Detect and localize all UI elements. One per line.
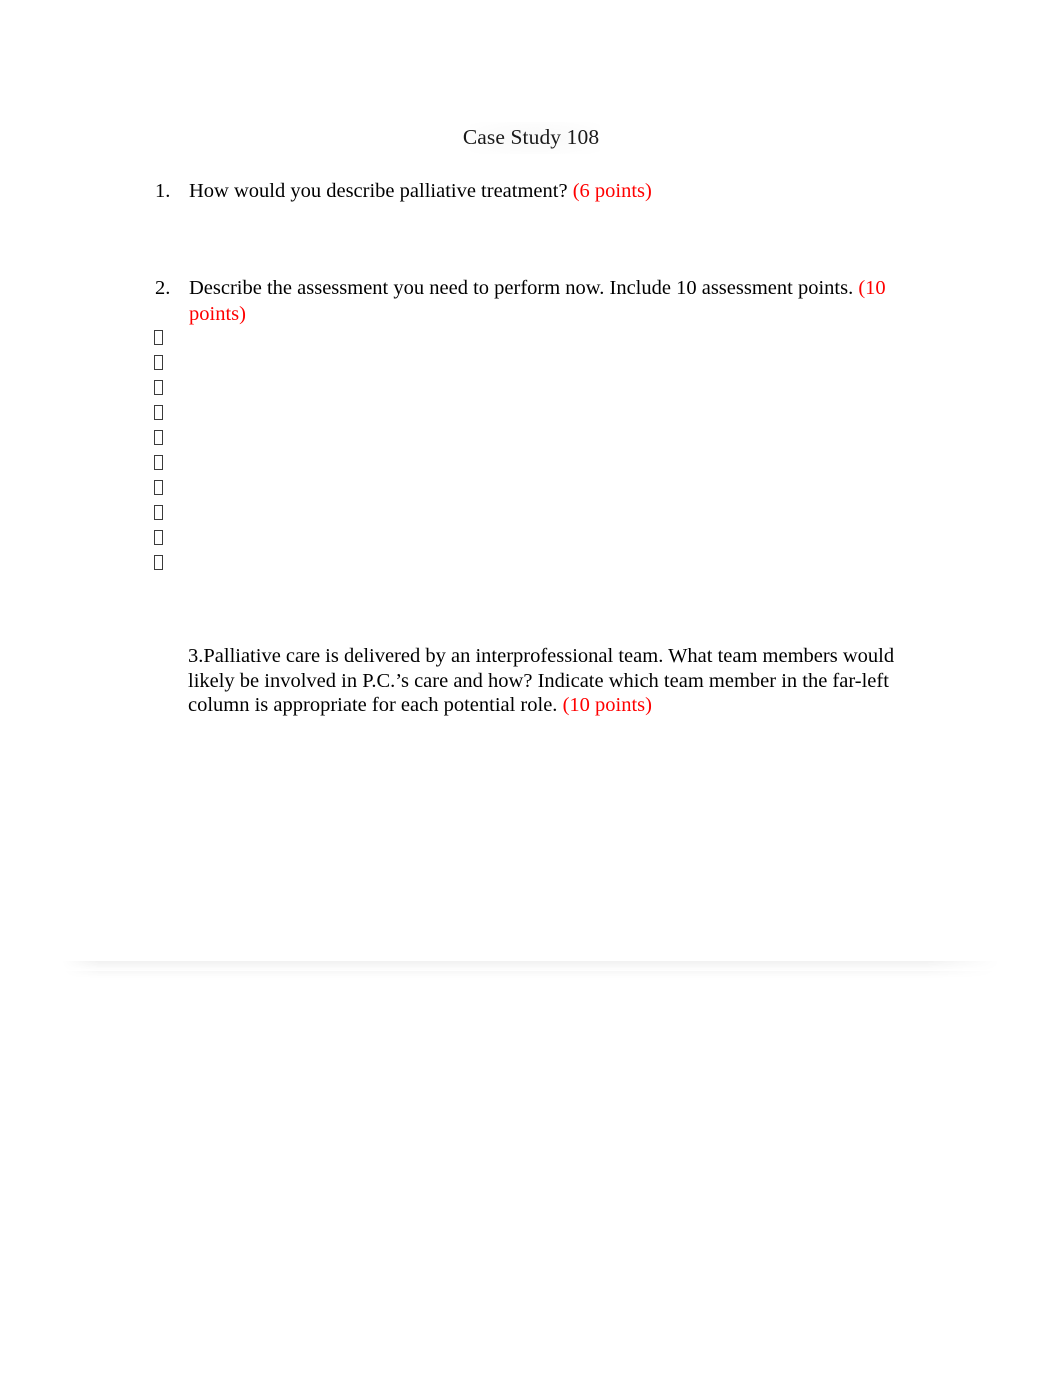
- missing-glyph-box-icon: [154, 330, 163, 345]
- question-item-2: 2. Describe the assessment you need to p…: [155, 275, 915, 327]
- missing-glyph-box-icon: [154, 380, 163, 395]
- question-1-text: How would you describe palliative treatm…: [189, 178, 945, 204]
- question-1-number: 1.: [155, 180, 171, 202]
- assessment-point-row: [154, 426, 854, 451]
- question-item-1: 1. How would you describe palliative tre…: [155, 178, 945, 204]
- missing-glyph-box-icon: [154, 505, 163, 520]
- document-page-2: [0, 978, 1062, 1377]
- missing-glyph-box-icon: [154, 355, 163, 370]
- assessment-point-row: [154, 401, 854, 426]
- question-2-prompt: Describe the assessment you need to perf…: [189, 277, 859, 299]
- question-3-prompt: 3.Palliative care is delivered by an int…: [188, 645, 895, 716]
- missing-glyph-box-icon: [154, 480, 163, 495]
- assessment-point-row: [154, 351, 854, 376]
- question-1-prompt: How would you describe palliative treatm…: [189, 180, 573, 202]
- assessment-point-row: [154, 526, 854, 551]
- assessment-point-row: [154, 376, 854, 401]
- page-title: Case Study 108: [462, 125, 600, 149]
- missing-glyph-box-icon: [154, 555, 163, 570]
- question-1-points: (6 points): [572, 180, 652, 202]
- missing-glyph-box-icon: [154, 430, 163, 445]
- assessment-point-row: [154, 451, 854, 476]
- question-3-points: (10 points): [562, 694, 652, 716]
- missing-glyph-box-icon: [154, 530, 163, 545]
- missing-glyph-box-icon: [154, 455, 163, 470]
- question-2-number: 2.: [155, 277, 171, 299]
- document-page-1: Case Study 108 1. How would you describe…: [0, 0, 1062, 966]
- missing-glyph-box-icon: [154, 405, 163, 420]
- assessment-point-row: [154, 551, 854, 576]
- page-break-separator-inner: [62, 971, 1000, 978]
- assessment-point-row: [154, 476, 854, 501]
- assessment-point-row: [154, 326, 854, 351]
- question-item-3: 3.Palliative care is delivered by an int…: [188, 644, 910, 718]
- assessment-points-list: [154, 326, 854, 576]
- question-2-text: Describe the assessment you need to perf…: [189, 275, 915, 327]
- assessment-point-row: [154, 501, 854, 526]
